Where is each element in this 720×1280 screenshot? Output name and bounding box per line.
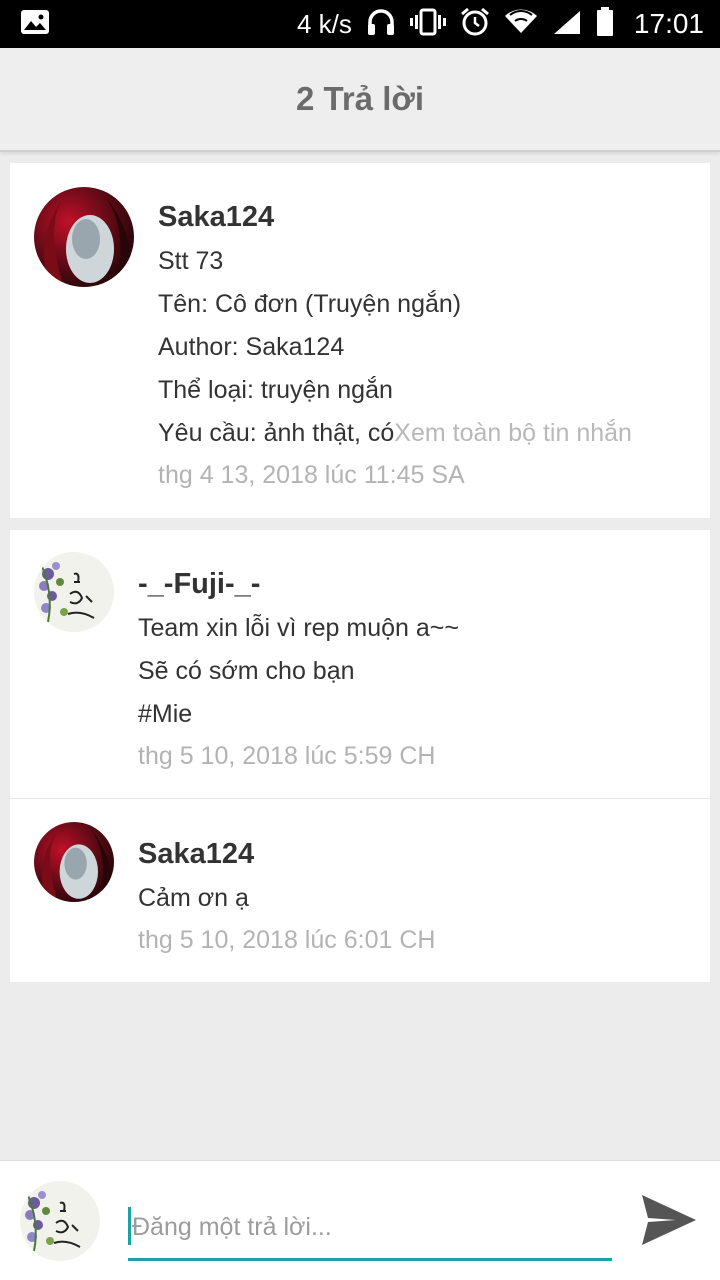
alarm-icon [460, 7, 490, 42]
reply-body: -_-Fuji-_- Team xin lỗi vì rep muộn a~~ … [138, 564, 459, 776]
status-right: 4 k/s 17:01 [297, 6, 704, 42]
timestamp: thg 5 10, 2018 lúc 5:59 CH [138, 742, 436, 770]
reply-divider [10, 798, 710, 799]
message-line: Tên: Cô đơn (Truyện ngắn) [158, 290, 462, 318]
timestamp: thg 5 10, 2018 lúc 6:01 CH [138, 926, 436, 954]
message-line: Author: Saka124 [158, 333, 345, 361]
reply-composer [0, 1160, 720, 1280]
status-bar: 4 k/s 17:01 [0, 0, 720, 48]
see-more-link[interactable]: Xem toàn bộ tin nhắn [394, 419, 632, 447]
headphones-icon [366, 8, 396, 41]
message-line: #Mie [138, 700, 193, 728]
message-line: Sẽ có sớm cho bạn [138, 657, 355, 685]
reply-input[interactable] [128, 1197, 612, 1261]
original-post-card[interactable]: Saka124 Stt 73 Tên: Cô đơn (Truyện ngắn)… [10, 163, 710, 518]
thread-header: 2 Trả lời [0, 48, 720, 152]
network-speed: 4 k/s [297, 8, 352, 39]
page-title: 2 Trả lời [295, 80, 425, 117]
clock: 17:01 [633, 8, 704, 39]
author-name[interactable]: Saka124 [158, 197, 632, 237]
send-icon [642, 1195, 696, 1245]
send-button[interactable] [640, 1193, 698, 1252]
vibrate-icon [409, 8, 446, 41]
message-line: Cảm ơn ạ [138, 884, 249, 912]
text-cursor [128, 1207, 131, 1245]
avatar[interactable] [34, 822, 114, 902]
original-post-body: Saka124 Stt 73 Tên: Cô đơn (Truyện ngắn)… [158, 197, 632, 495]
battery-icon [596, 6, 614, 42]
wifi-icon [504, 9, 538, 40]
message-line-truncated: Yêu cầu: ảnh thật, cóXem toàn bộ tin nhắ… [158, 412, 632, 455]
avatar[interactable] [34, 552, 114, 632]
author-name[interactable]: Saka124 [138, 834, 435, 874]
message-line: Team xin lỗi vì rep muộn a~~ [138, 614, 459, 642]
avatar[interactable] [34, 187, 134, 287]
avatar [20, 1181, 100, 1261]
message-line: Stt 73 [158, 247, 224, 275]
truncated-text: Yêu cầu: ảnh thật, có [158, 419, 395, 447]
image-icon [20, 9, 50, 40]
timestamp: thg 4 13, 2018 lúc 11:45 SA [158, 461, 465, 489]
reply-body: Saka124 Cảm ơn ạ thg 5 10, 2018 lúc 6:01… [138, 834, 435, 960]
signal-icon [552, 9, 582, 40]
replies-card: -_-Fuji-_- Team xin lỗi vì rep muộn a~~ … [10, 530, 710, 982]
message-line: Thể loại: truyện ngắn [158, 376, 393, 404]
author-name[interactable]: -_-Fuji-_- [138, 564, 459, 604]
